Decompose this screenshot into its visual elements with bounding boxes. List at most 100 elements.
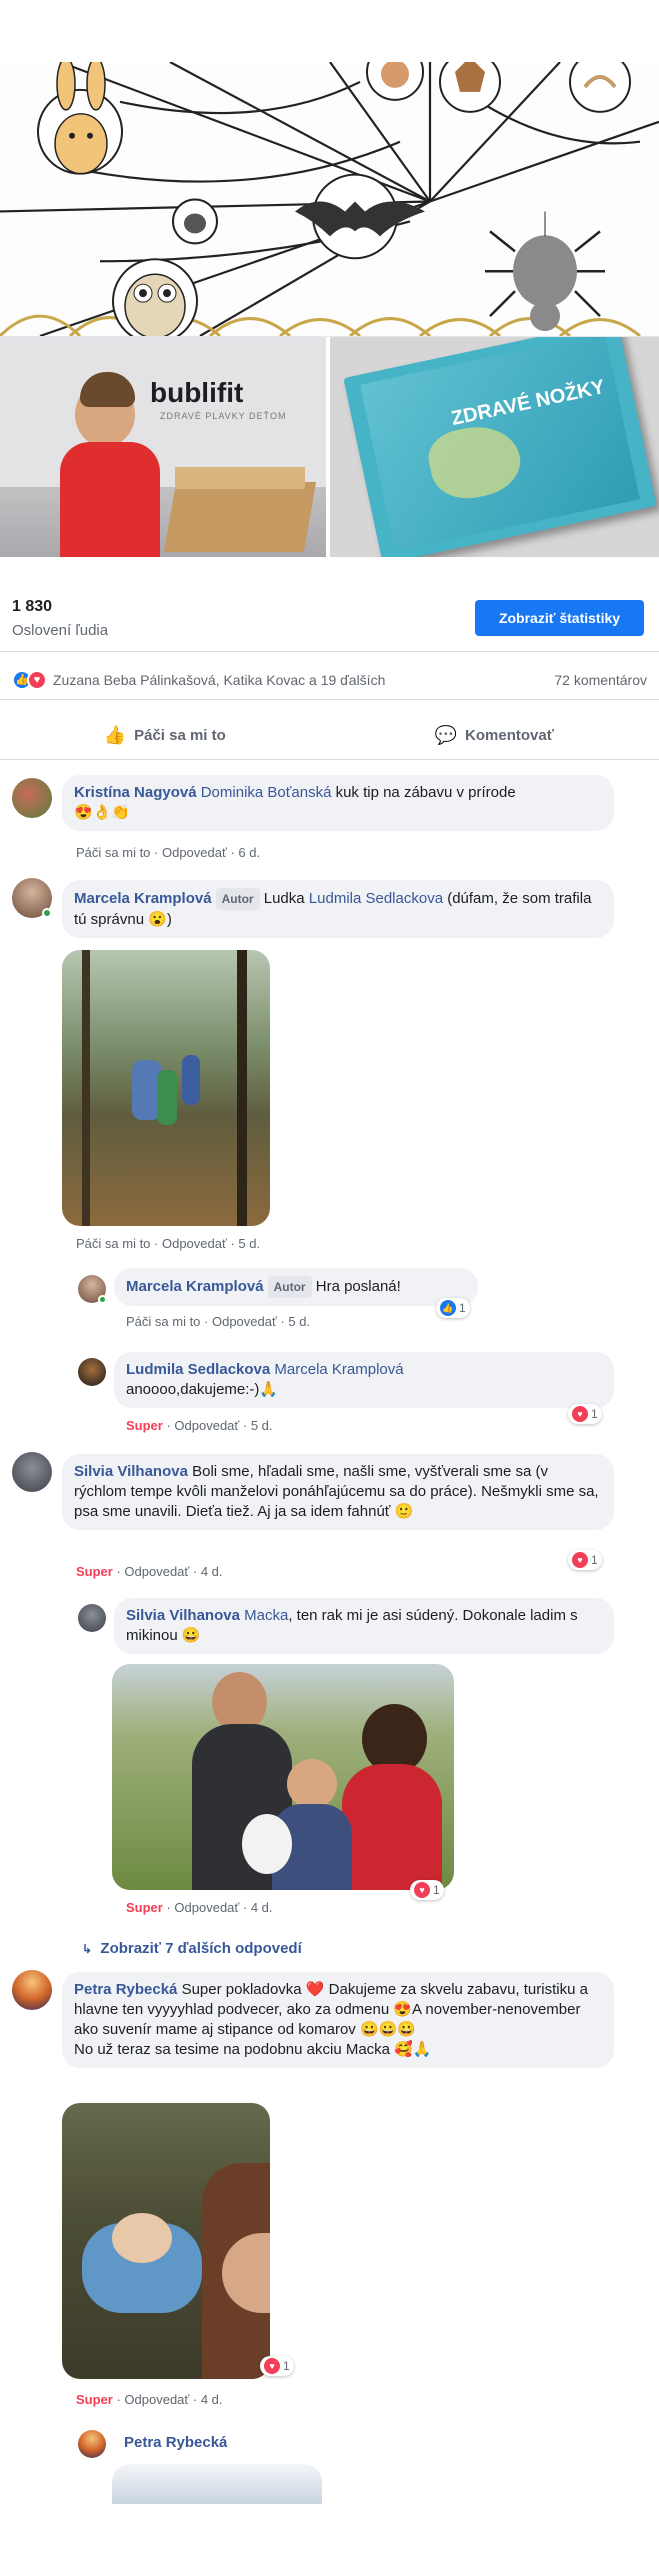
comment-reply-link[interactable]: Odpovedať bbox=[124, 2392, 189, 2407]
comment-time[interactable]: 4 d. bbox=[201, 2392, 223, 2407]
comment-label: Komentovať bbox=[465, 727, 554, 744]
reply-text: Hra poslaná! bbox=[311, 1278, 401, 1295]
reply-mention[interactable]: Marcela Kramplová bbox=[274, 1361, 403, 1378]
comment-mention[interactable]: Dominika Boťanská bbox=[201, 784, 332, 801]
comment-photo-family[interactable] bbox=[112, 1664, 454, 1890]
comment-reply-link[interactable]: Odpovedať bbox=[162, 845, 227, 860]
comment-bubble: Petra Rybecká Super pokladovka ❤️ Dakuje… bbox=[62, 1972, 614, 2068]
reply-reply-link[interactable]: Odpovedať bbox=[212, 1314, 277, 1329]
love-reaction-icon[interactable]: ♥ bbox=[27, 669, 47, 690]
reaction-count-pill[interactable]: ♥ 1 bbox=[410, 1880, 444, 1900]
avatar[interactable] bbox=[78, 2430, 106, 2458]
comment-mention[interactable]: Ludmila Sedlackova bbox=[309, 890, 443, 907]
love-reaction-icon: ♥ bbox=[572, 1552, 588, 1568]
reply-author[interactable]: Ludmila Sedlackova bbox=[126, 1361, 270, 1378]
reply-meta: Super · Odpovedať · 5 d. bbox=[126, 1418, 273, 1433]
reply-author[interactable]: Silvia Vilhanova bbox=[126, 1607, 240, 1624]
reaction-count-pill[interactable]: ♥ 1 bbox=[568, 1550, 602, 1570]
reaction-super-link[interactable]: Super bbox=[126, 1900, 163, 1915]
comment-button[interactable]: 💬 Komentovať bbox=[330, 712, 659, 759]
reaction-super-link[interactable]: Super bbox=[126, 1418, 163, 1433]
post-stats: 1 830 Oslovení ľudia Zobraziť štatistiky bbox=[0, 582, 659, 652]
reaction-count-pill[interactable]: ♥ 1 bbox=[568, 1404, 602, 1424]
comment-time[interactable]: 5 d. bbox=[238, 1236, 260, 1251]
comment-time[interactable]: 6 d. bbox=[238, 845, 260, 860]
love-reaction-icon: ♥ bbox=[572, 1406, 588, 1422]
comment-text: Ludka bbox=[259, 890, 309, 907]
comment-reply-link[interactable]: Odpovedať bbox=[162, 1236, 227, 1251]
comment-meta: Páči sa mi to · Odpovedať · 5 d. bbox=[76, 1236, 261, 1251]
view-more-replies-link[interactable]: ↳ Zobraziť 7 ďalších odpovedí bbox=[82, 1940, 302, 1957]
reach-label: Oslovení ľudia bbox=[12, 622, 109, 639]
avatar[interactable] bbox=[78, 1604, 106, 1632]
avatar[interactable] bbox=[12, 1970, 52, 2010]
reply-author[interactable]: Marcela Kramplová bbox=[126, 1278, 264, 1295]
reactors-list[interactable]: Zuzana Beba Pálinkašová, Katika Kovac a … bbox=[53, 672, 385, 688]
comment-photo-forest[interactable] bbox=[62, 950, 270, 1226]
reply-mention[interactable]: Macka bbox=[244, 1607, 288, 1624]
comment-photo-baby[interactable] bbox=[62, 2103, 270, 2379]
view-insights-button[interactable]: Zobraziť štatistiky bbox=[475, 600, 644, 636]
reaction-count: 1 bbox=[459, 1301, 466, 1315]
comment-bubble: Marcela Kramplová Autor Ludka Ludmila Sed… bbox=[62, 880, 614, 938]
reaction-count-pill[interactable]: ♥ 1 bbox=[260, 2356, 294, 2376]
comment-reply-link[interactable]: Odpovedať bbox=[124, 1564, 189, 1579]
avatar[interactable] bbox=[12, 778, 52, 818]
comment-author[interactable]: Petra Rybecká bbox=[74, 1981, 177, 1998]
post-photo-row: bublifit ZDRAVÉ PLAVKY DEŤOM ZDRAVÉ NOŽK… bbox=[0, 337, 659, 557]
comment-author[interactable]: Marcela Kramplová bbox=[74, 890, 212, 907]
view-more-replies-label: Zobraziť 7 ďalších odpovedí bbox=[100, 1940, 302, 1957]
reply-reply-link[interactable]: Odpovedať bbox=[174, 1900, 239, 1915]
bunny-illustration bbox=[37, 62, 123, 175]
post-photo-book[interactable]: ZDRAVÉ NOŽKY bbox=[330, 337, 659, 557]
comment-icon: 💬 bbox=[434, 725, 458, 745]
thumbs-up-icon: 👍 bbox=[103, 725, 127, 745]
reaction-count: 1 bbox=[433, 1883, 440, 1897]
online-indicator bbox=[98, 1295, 107, 1304]
reaction-super-link[interactable]: Super bbox=[76, 2392, 113, 2407]
comment-meta: Super · Odpovedať · 4 d. bbox=[76, 1564, 223, 1579]
comment-like-link[interactable]: Páči sa mi to bbox=[76, 845, 150, 860]
post-illustration[interactable] bbox=[0, 62, 659, 337]
comment-count[interactable]: 72 komentárov bbox=[554, 672, 647, 688]
spider-illustration bbox=[485, 211, 605, 332]
comment-author[interactable]: Silvia Vilhanova bbox=[74, 1463, 188, 1480]
like-reaction-icon: 👍 bbox=[440, 1300, 456, 1316]
reaction-super-link[interactable]: Super bbox=[76, 1564, 113, 1579]
owl-illustration bbox=[112, 258, 198, 336]
author-badge: Autor bbox=[267, 1276, 312, 1298]
comment-bubble: Kristína Nagyová Dominika Boťanská kuk t… bbox=[62, 775, 614, 831]
reply-bubble: Marcela Kramplová Autor Hra poslaná! bbox=[114, 1268, 478, 1306]
reply-author[interactable]: Petra Rybecká bbox=[124, 2434, 227, 2451]
reply-meta: Super · Odpovedať · 4 d. bbox=[126, 1900, 273, 1915]
comment-emoji: 😍👌👏 bbox=[74, 804, 131, 821]
reply-like-link[interactable]: Páči sa mi to bbox=[126, 1314, 200, 1329]
love-reaction-icon: ♥ bbox=[414, 1882, 430, 1898]
reply-reply-link[interactable]: Odpovedať bbox=[174, 1418, 239, 1433]
avatar[interactable] bbox=[78, 1358, 106, 1386]
comment-like-link[interactable]: Páči sa mi to bbox=[76, 1236, 150, 1251]
reply-time[interactable]: 5 d. bbox=[288, 1314, 310, 1329]
like-label: Páči sa mi to bbox=[134, 727, 226, 744]
reply-bubble: Ludmila Sedlackova Marcela Kramplová ano… bbox=[114, 1352, 614, 1408]
reaction-count: 1 bbox=[283, 2359, 290, 2373]
reply-time[interactable]: 5 d. bbox=[251, 1418, 273, 1433]
post-photo-boy-box[interactable]: bublifit ZDRAVÉ PLAVKY DEŤOM bbox=[0, 337, 326, 557]
like-button[interactable]: 👍 Páči sa mi to bbox=[0, 712, 330, 759]
reply-text: anoooo,dakujeme:-)🙏 bbox=[126, 1381, 279, 1398]
comment-text: kuk tip na zábavu v prírode bbox=[331, 784, 516, 801]
comment-bubble: Silvia Vilhanova Boli sme, hľadali sme, … bbox=[62, 1454, 614, 1530]
comment-author[interactable]: Kristína Nagyová bbox=[74, 784, 197, 801]
bublifit-tagline: ZDRAVÉ PLAVKY DEŤOM bbox=[160, 411, 287, 421]
online-indicator bbox=[42, 908, 52, 918]
reaction-count: 1 bbox=[591, 1407, 598, 1421]
comment-meta: Páči sa mi to · Odpovedať · 6 d. bbox=[76, 845, 261, 860]
comment-photo-sky[interactable] bbox=[112, 2464, 322, 2504]
post-action-bar: 👍 Páči sa mi to 💬 Komentovať bbox=[0, 712, 659, 760]
reply-time[interactable]: 4 d. bbox=[251, 1900, 273, 1915]
comment-meta: Super · Odpovedať · 4 d. bbox=[76, 2392, 223, 2407]
reaction-count-pill[interactable]: 👍 1 bbox=[436, 1298, 470, 1318]
reactions-summary: 👍 ♥ Zuzana Beba Pálinkašová, Katika Kova… bbox=[0, 660, 659, 700]
avatar[interactable] bbox=[12, 1452, 52, 1492]
comment-time[interactable]: 4 d. bbox=[201, 1564, 223, 1579]
